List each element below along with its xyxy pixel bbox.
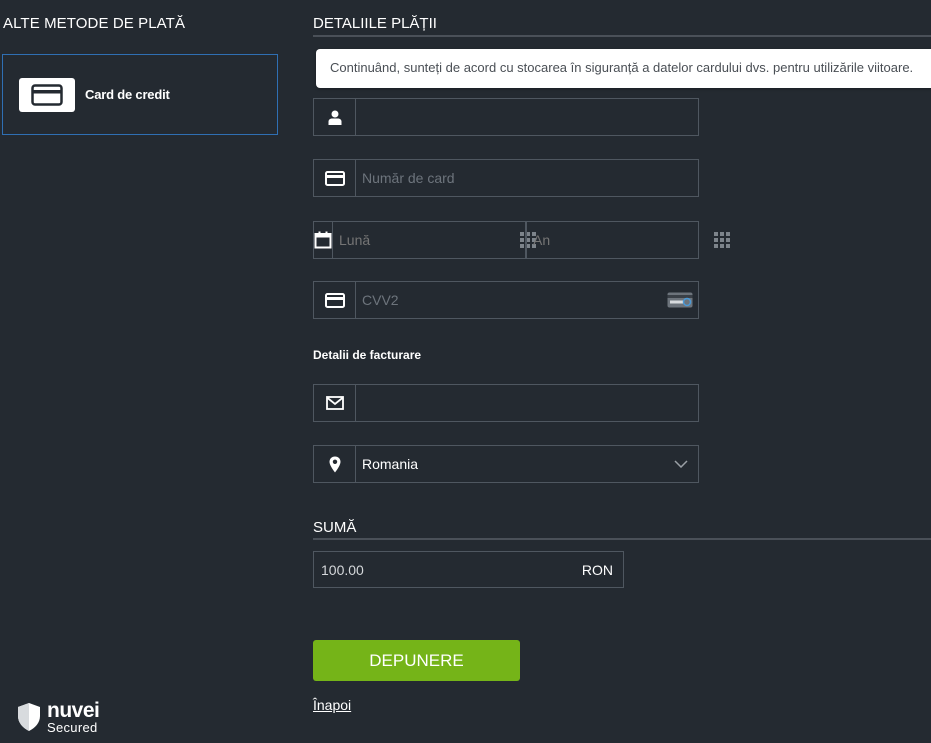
credit-card-icon — [19, 77, 75, 112]
email-field — [313, 384, 699, 422]
deposit-button[interactable]: DEPUNERE — [313, 640, 520, 681]
back-link[interactable]: Înapoi — [313, 697, 351, 713]
calendar-icon — [314, 222, 333, 258]
amount-divider — [313, 538, 931, 540]
shield-icon — [18, 703, 40, 731]
country-select[interactable]: Romania — [313, 445, 699, 483]
cardholder-name-field — [313, 98, 699, 136]
cardholder-name-input[interactable] — [356, 99, 698, 135]
cvv-input[interactable] — [356, 282, 662, 318]
amount-value: 100.00 — [321, 561, 364, 578]
envelope-icon — [314, 385, 356, 421]
credit-card-icon — [314, 160, 356, 196]
credit-card-icon — [314, 282, 356, 318]
brand-secured-label: Secured — [47, 720, 98, 735]
expiry-year-field — [526, 221, 730, 259]
nuvei-secured-logo: nuvei Secured — [16, 699, 100, 735]
card-number-input[interactable] — [356, 160, 698, 196]
currency-label: RON — [581, 561, 613, 578]
expiry-year-input[interactable] — [527, 222, 714, 258]
save-card-tooltip: Continuând, sunteți de acord cu stocarea… — [316, 49, 931, 88]
expiry-month-input[interactable] — [333, 222, 520, 258]
other-payment-methods-title: ALTE METODE DE PLATĂ — [3, 15, 186, 32]
billing-details-title: Detalii de facturare — [313, 348, 422, 362]
amount-title: SUMĂ — [313, 519, 357, 536]
cvv-field — [313, 281, 699, 319]
location-pin-icon — [314, 446, 356, 482]
payment-method-label: Card de credit — [85, 87, 170, 102]
card-number-field — [313, 159, 699, 197]
payment-details-divider — [313, 35, 931, 37]
amount-field[interactable]: 100.00 RON — [313, 551, 624, 588]
expiry-month-field — [313, 221, 536, 259]
chevron-down-icon — [664, 446, 698, 482]
user-icon — [314, 99, 356, 135]
email-input[interactable] — [356, 385, 698, 421]
cvv-help-icon[interactable] — [662, 282, 698, 318]
payment-method-credit-card[interactable]: Card de credit — [2, 54, 278, 135]
payment-details-title: DETALIILE PLĂȚII — [313, 15, 437, 32]
brand-name: nuvei — [47, 699, 100, 722]
grid-icon — [714, 222, 730, 258]
country-value: Romania — [362, 456, 419, 472]
